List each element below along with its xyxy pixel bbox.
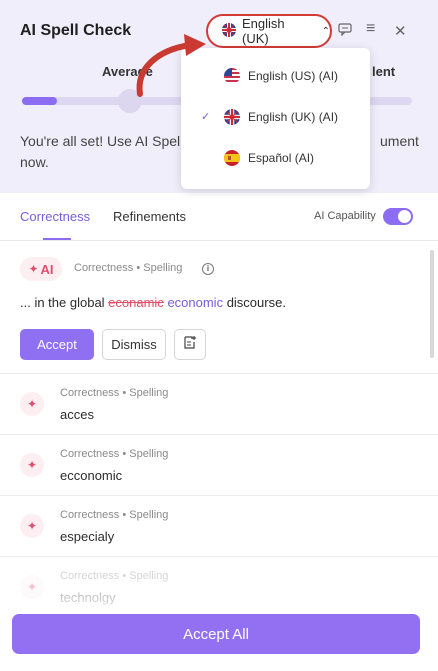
suggestion-word: acces (60, 407, 94, 422)
misspelled-word: econamic (108, 295, 164, 310)
suggestion-word: especialy (60, 529, 115, 544)
language-option-label: English (US) (AI) (248, 69, 339, 83)
language-selector-label: English (UK) (242, 16, 285, 46)
menu-icon[interactable]: ≡ (366, 20, 375, 38)
status-message-part-3: now. (20, 154, 49, 170)
language-option-label: English (UK) (AI) (248, 110, 339, 124)
suggestion-category: Correctness • Spelling (60, 570, 169, 582)
ai-capability-label: AI Capability (314, 210, 376, 222)
tab-correctness[interactable]: Correctness (20, 209, 90, 224)
suggestion-category: Correctness • Spelling (60, 448, 169, 460)
accept-all-button[interactable]: Accept All (12, 614, 420, 654)
chevron-up-icon: ⌃ (321, 25, 330, 37)
active-suggestion-card[interactable]: ✦ AI Correctness • Spelling i ... in the… (0, 242, 438, 374)
sparkle-icon: ✦ (20, 453, 44, 477)
spain-flag-icon (224, 150, 240, 171)
language-option-label: Español (AI) (248, 151, 315, 165)
suggestion-category: Correctness • Spelling (60, 387, 169, 399)
ai-badge: ✦ AI (20, 257, 62, 281)
uk-flag-icon (222, 22, 236, 40)
suggestion-sentence: ... in the global econamic economic disc… (20, 295, 286, 310)
panel-title: AI Spell Check (20, 22, 132, 39)
note-add-icon (183, 335, 197, 355)
sparkle-icon: ✦ (20, 392, 44, 416)
ai-spell-check-panel: AI Spell Check English (UK) ⌃ ≡ ✕ Averag… (0, 0, 438, 671)
dismiss-button[interactable]: Dismiss (102, 329, 166, 360)
ai-capability-toggle[interactable] (383, 208, 413, 225)
list-item[interactable]: ✦ Correctness • Spelling acces (0, 374, 438, 435)
sparkle-icon: ✦ (20, 514, 44, 538)
sentence-suffix: discourse. (223, 295, 286, 310)
language-option-spanish[interactable]: Español (AI) (181, 138, 370, 178)
tab-refinements[interactable]: Refinements (113, 209, 186, 224)
info-icon[interactable]: i (202, 263, 214, 275)
sparkle-icon: ✦ (28, 262, 39, 276)
suggestion-word: ecconomic (60, 468, 123, 483)
list-item[interactable]: ✦ Correctness • Spelling especialy (0, 496, 438, 557)
checkmark-icon: ✓ (201, 111, 211, 123)
sentence-prefix: ... in the global (20, 295, 109, 310)
corrected-word[interactable]: economic (167, 295, 223, 310)
accept-button[interactable]: Accept (20, 329, 94, 360)
tab-bar: Correctness Refinements AI Capability (0, 193, 438, 241)
active-tab-indicator (43, 238, 71, 240)
us-flag-icon (224, 68, 240, 89)
annotation-arrow-icon (136, 34, 206, 97)
close-icon[interactable]: ✕ (394, 22, 407, 40)
feedback-icon[interactable] (338, 22, 352, 39)
suggestion-category: Correctness • Spelling (60, 509, 169, 521)
status-message-part-2: ument (380, 133, 419, 149)
level-label-right: lent (372, 64, 396, 79)
ai-badge-label: AI (40, 261, 54, 277)
language-selector-button[interactable]: English (UK) ⌃ (206, 14, 332, 48)
list-item[interactable]: ✦ Correctness • Spelling ecconomic (0, 435, 438, 496)
language-option-english-uk[interactable]: ✓ English (UK) (AI) (181, 97, 370, 137)
scrollbar[interactable] (430, 250, 434, 358)
suggestion-category: Correctness • Spelling (74, 262, 183, 274)
status-message-part-1: You're all set! Use AI Spell (20, 133, 184, 149)
level-slider-fill (22, 97, 58, 105)
uk-flag-icon (224, 109, 240, 130)
add-to-dictionary-button[interactable] (174, 329, 206, 360)
